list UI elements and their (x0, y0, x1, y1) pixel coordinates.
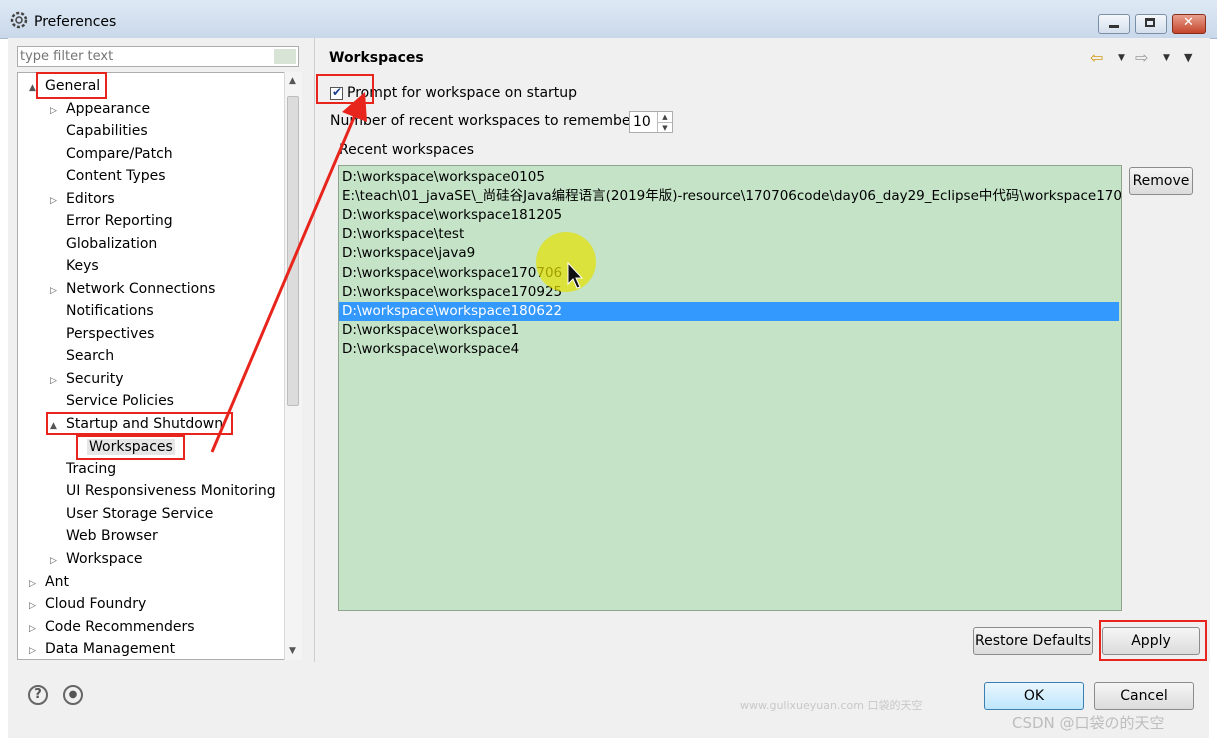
close-icon: ✕ (1183, 15, 1194, 30)
tree-item[interactable]: Perspectives (66, 326, 154, 342)
tree-twisty-icon[interactable]: ▷ (50, 286, 57, 296)
tree-item[interactable]: Workspace (66, 551, 143, 567)
tree-twisty-icon[interactable]: ▷ (50, 196, 57, 206)
tree-item[interactable]: Service Policies (66, 393, 174, 409)
recent-count-value[interactable]: 10 (633, 114, 651, 130)
tree-item[interactable]: Tracing (66, 461, 116, 477)
filter-input[interactable] (18, 47, 275, 65)
tree-item[interactable]: Compare/Patch (66, 146, 173, 162)
annotation-box-apply (1099, 620, 1207, 661)
tree-item[interactable]: Globalization (66, 236, 157, 252)
mouse-cursor-icon (567, 262, 584, 289)
tree-item[interactable]: Data Management (45, 641, 175, 657)
restore-defaults-button[interactable]: Restore Defaults (973, 627, 1093, 655)
help-icon[interactable]: ? (28, 685, 48, 705)
tree-item[interactable]: Keys (66, 258, 99, 274)
spin-up-icon[interactable]: ▲ (658, 112, 672, 123)
tree-item[interactable]: Editors (66, 191, 115, 207)
import-export-icon[interactable]: ● (63, 685, 83, 705)
tree-item[interactable]: Code Recommenders (45, 619, 195, 635)
tree-item[interactable]: Notifications (66, 303, 154, 319)
spin-down-icon[interactable]: ▼ (658, 123, 672, 133)
forward-arrow-icon[interactable]: ⇨ (1135, 48, 1148, 67)
tree-item[interactable]: Network Connections (66, 281, 215, 297)
tree-twisty-icon[interactable]: ▷ (29, 646, 36, 656)
scroll-up-icon[interactable]: ▲ (289, 76, 296, 86)
tree-item[interactable]: Content Types (66, 168, 166, 184)
minimize-icon (1109, 25, 1119, 28)
annotation-arrow (210, 92, 367, 453)
annotation-box-workspaces (76, 435, 185, 460)
tree-twisty-icon[interactable]: ▷ (29, 579, 36, 589)
back-arrow-icon[interactable]: ⇦ (1090, 48, 1103, 67)
tree-item[interactable]: Error Reporting (66, 213, 173, 229)
watermark: www.gulixueyuan.com 口袋的天空 (740, 699, 923, 712)
tree-item[interactable]: User Storage Service (66, 506, 213, 522)
tree-item[interactable]: Ant (45, 574, 69, 590)
annotation-box-general (36, 72, 107, 99)
ok-button[interactable]: OK (984, 682, 1084, 710)
tree-twisty-icon[interactable]: ▷ (50, 556, 57, 566)
scroll-down-icon[interactable]: ▼ (289, 646, 296, 656)
tree-twisty-icon[interactable]: ▷ (29, 601, 36, 611)
remove-button[interactable]: Remove (1129, 167, 1193, 195)
recent-count-spinner[interactable]: 10 ▲ ▼ (629, 111, 673, 133)
tree-item[interactable]: UI Responsiveness Monitoring (66, 483, 276, 499)
preferences-gear-icon (10, 11, 28, 29)
forward-menu-icon[interactable]: ▼ (1163, 53, 1170, 63)
tree-item[interactable]: Appearance (66, 101, 150, 117)
tree-twisty-icon[interactable]: ▲ (29, 83, 36, 93)
tree-item[interactable]: Capabilities (66, 123, 148, 139)
back-menu-icon[interactable]: ▼ (1118, 53, 1125, 63)
tree-twisty-icon[interactable]: ▷ (50, 106, 57, 116)
tree-item[interactable]: Security (66, 371, 124, 387)
workspace-list-item[interactable]: E:\teach\01_javaSE\_尚硅谷Java编程语言(2019年版)-… (342, 187, 1121, 206)
tree-item[interactable]: Search (66, 348, 114, 364)
view-menu-icon[interactable]: ▼ (1184, 51, 1192, 64)
csdn-watermark: CSDN @口袋の的天空 (1012, 714, 1165, 732)
minimize-button[interactable] (1098, 14, 1130, 34)
recent-workspaces-list[interactable]: D:\workspace\workspace0105 E:\teach\01_ja… (338, 165, 1122, 611)
title-bar: Preferences ✕ (0, 0, 1217, 39)
cancel-button[interactable]: Cancel (1094, 682, 1194, 710)
prompt-label: Prompt for workspace on startup (347, 85, 578, 101)
tree-twisty-icon[interactable]: ▷ (29, 624, 36, 634)
tree-twisty-icon[interactable]: ▷ (50, 376, 57, 386)
clear-filter-icon[interactable] (274, 49, 296, 64)
maximize-button[interactable] (1135, 14, 1167, 34)
maximize-icon (1145, 18, 1155, 27)
window-title: Preferences (34, 14, 117, 30)
close-window-button[interactable]: ✕ (1172, 14, 1206, 34)
tree-item[interactable]: Cloud Foundry (45, 596, 146, 612)
workspace-list-item[interactable]: D:\workspace\workspace180622 (339, 301, 1119, 321)
page-title: Workspaces (329, 50, 424, 66)
tree-item[interactable]: Web Browser (66, 528, 158, 544)
filter-field[interactable] (17, 46, 299, 67)
